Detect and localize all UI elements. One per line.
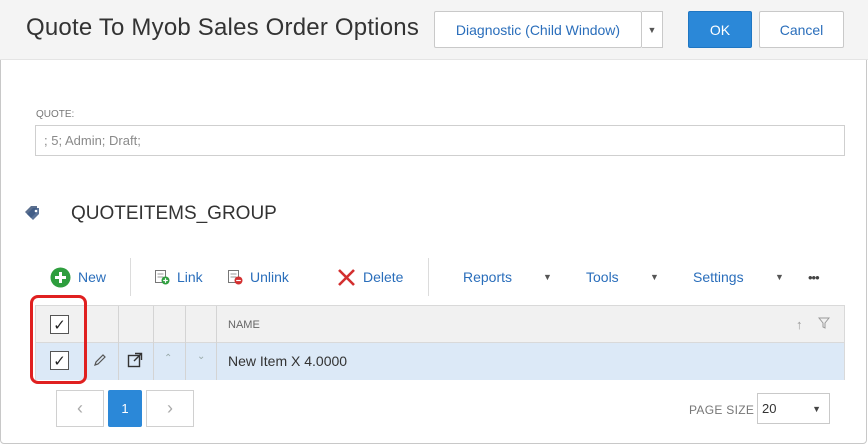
diagnostic-button[interactable]: Diagnostic (Child Window) bbox=[434, 11, 642, 48]
move-up-icon[interactable]: ⌃ bbox=[164, 353, 172, 364]
plus-circle-icon bbox=[50, 267, 71, 288]
dialog-title: Quote To Myob Sales Order Options bbox=[26, 14, 420, 41]
page-size-value: 20 bbox=[762, 401, 777, 416]
filter-icon[interactable] bbox=[817, 317, 831, 332]
quote-field[interactable]: ; 5; Admin; Draft; bbox=[35, 125, 845, 156]
open-external-icon[interactable] bbox=[127, 352, 143, 373]
delete-x-icon bbox=[337, 268, 356, 287]
new-button[interactable]: New bbox=[50, 258, 106, 296]
delete-button[interactable]: Delete bbox=[337, 258, 403, 296]
chevron-down-icon: ▼ bbox=[812, 404, 821, 414]
chevron-down-icon[interactable]: ▼ bbox=[775, 272, 784, 282]
tools-menu-label: Tools bbox=[586, 269, 619, 285]
quote-items-grid: ✓ NAME ↑ ✓ ⌃ ⌄ New Item X 4.0000 bbox=[35, 305, 845, 380]
prev-page-button[interactable]: ‹ bbox=[56, 390, 104, 427]
reports-menu-label: Reports bbox=[463, 269, 513, 285]
reports-menu[interactable]: Reports bbox=[463, 258, 512, 296]
settings-menu-label: Settings bbox=[693, 269, 744, 285]
toolbar-divider bbox=[428, 258, 429, 296]
chevron-down-icon[interactable]: ▼ bbox=[650, 272, 659, 282]
diagnostic-dropdown-button[interactable]: ▼ bbox=[642, 11, 663, 48]
tools-menu[interactable]: Tools bbox=[586, 258, 619, 296]
column-divider bbox=[185, 306, 186, 380]
move-down-icon[interactable]: ⌄ bbox=[197, 351, 205, 362]
column-header-name[interactable]: NAME bbox=[228, 319, 260, 331]
checkbox-highlight-annotation bbox=[30, 295, 87, 384]
quote-field-label: QUOTE: bbox=[36, 109, 75, 120]
group-title: QUOTEITEMS_GROUP bbox=[71, 203, 277, 224]
delete-button-label: Delete bbox=[363, 269, 404, 285]
row-name-cell: New Item X 4.0000 bbox=[228, 353, 348, 369]
chevron-down-icon: ▼ bbox=[647, 24, 657, 35]
page-size-label: PAGE SIZE bbox=[689, 403, 755, 417]
link-icon bbox=[154, 269, 170, 285]
unlink-button[interactable]: Unlink bbox=[227, 258, 289, 296]
settings-menu[interactable]: Settings bbox=[693, 258, 744, 296]
pencil-icon[interactable] bbox=[93, 353, 107, 372]
table-row[interactable]: ✓ ⌃ ⌄ New Item X 4.0000 bbox=[36, 343, 844, 380]
more-options-button[interactable]: ••• bbox=[808, 258, 820, 296]
link-button[interactable]: Link bbox=[154, 258, 203, 296]
column-divider bbox=[216, 306, 217, 380]
column-divider bbox=[153, 306, 154, 380]
ok-button[interactable]: OK bbox=[688, 11, 752, 48]
unlink-icon bbox=[227, 269, 243, 285]
chevron-left-icon: ‹ bbox=[77, 398, 83, 418]
grid-header-row: ✓ NAME ↑ bbox=[36, 306, 844, 343]
unlink-button-label: Unlink bbox=[250, 269, 289, 285]
toolbar-divider bbox=[130, 258, 131, 296]
link-button-label: Link bbox=[177, 269, 203, 285]
next-page-button[interactable]: › bbox=[146, 390, 194, 427]
sort-arrow-icon[interactable]: ↑ bbox=[796, 317, 803, 332]
new-button-label: New bbox=[78, 269, 107, 285]
column-divider bbox=[118, 306, 119, 380]
chevron-down-icon[interactable]: ▼ bbox=[543, 272, 552, 282]
cancel-button[interactable]: Cancel bbox=[759, 11, 844, 48]
tags-icon bbox=[25, 206, 39, 220]
chevron-right-icon: › bbox=[167, 398, 173, 418]
grid-toolbar: New Link Unlink Delete Reports ▼ Tools ▼… bbox=[0, 258, 868, 296]
page-button-current[interactable]: 1 bbox=[108, 390, 142, 427]
dialog-header: Quote To Myob Sales Order Options Diagno… bbox=[0, 0, 868, 60]
page-size-select[interactable]: 20 ▼ bbox=[757, 393, 830, 424]
